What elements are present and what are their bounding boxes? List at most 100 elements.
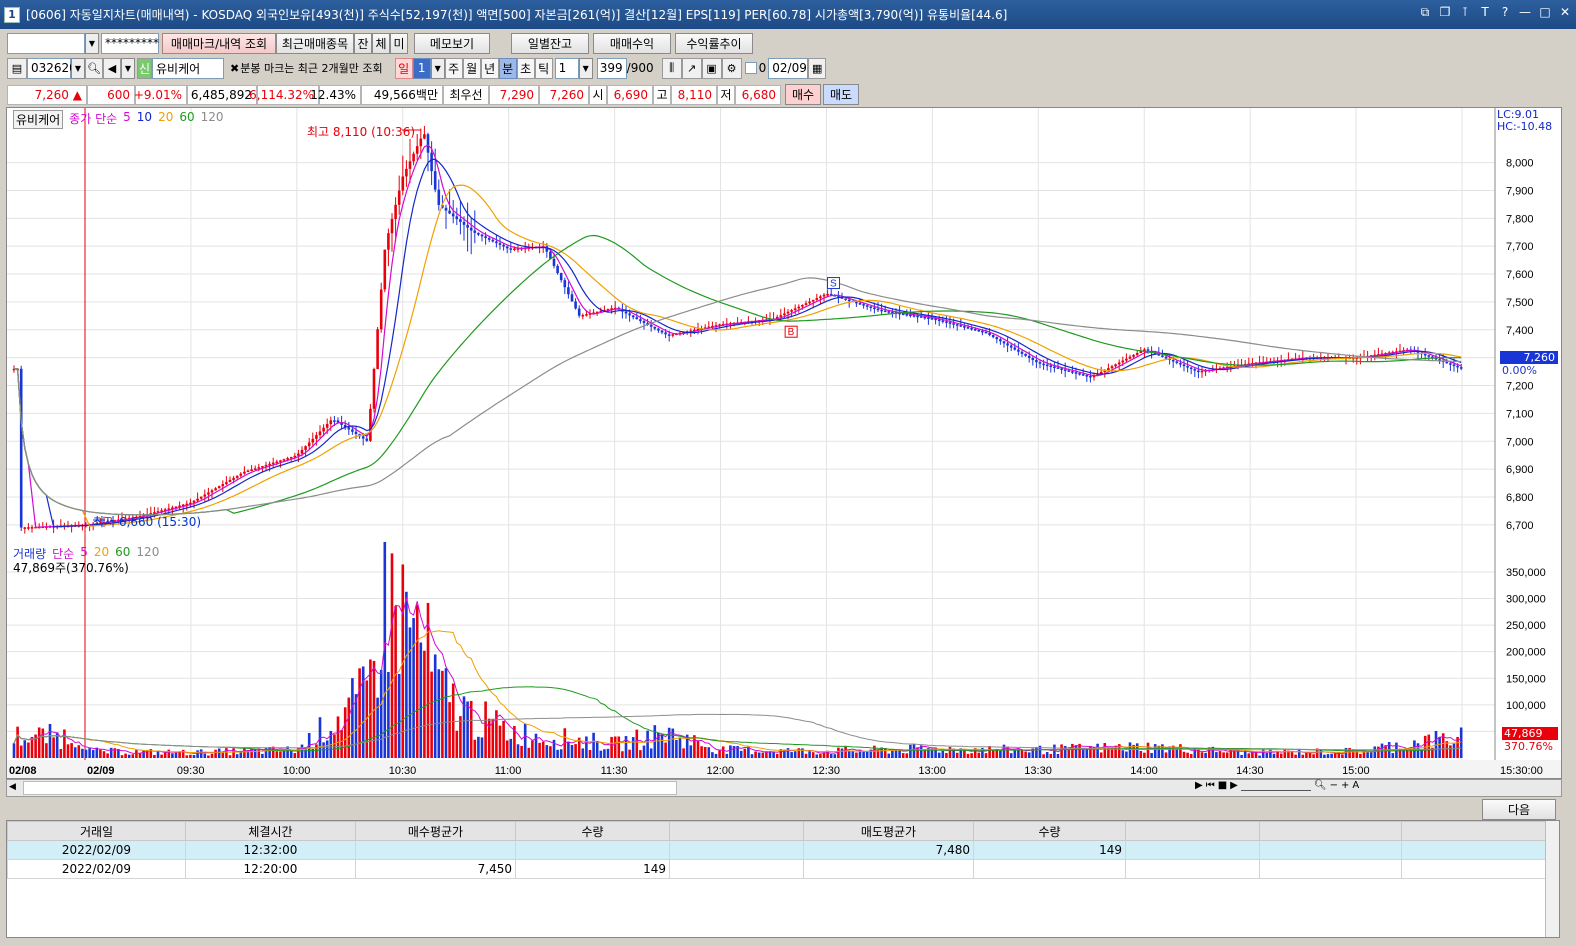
period-second-tab[interactable]: 초 [516, 57, 535, 79]
scroll-left-icon[interactable]: ◀ [9, 782, 16, 792]
stock-code-input[interactable]: 032620 [27, 57, 77, 79]
help-icon[interactable]: ? [1498, 5, 1512, 19]
table-vertical-scrollbar[interactable] [1545, 821, 1559, 937]
period-day-tab[interactable]: 일 [394, 57, 413, 79]
daily-balance-button[interactable]: 일별잔고 [511, 32, 589, 54]
period-minute-tab[interactable]: 분 [498, 57, 517, 79]
save-icon[interactable]: ▣ [701, 57, 722, 79]
price-candle [1445, 361, 1449, 364]
price-candle [556, 265, 559, 274]
cell-empty [669, 859, 804, 879]
volume-bar [433, 654, 437, 758]
col-buy-qty[interactable]: 수량 [515, 821, 670, 841]
price-candle [347, 427, 351, 430]
col-trade-date[interactable]: 거래일 [7, 821, 186, 841]
font-icon[interactable]: T [1478, 5, 1492, 19]
maximize-icon[interactable]: □ [1538, 5, 1552, 19]
volume-bar [1377, 746, 1380, 758]
col-empty-4 [1401, 821, 1547, 841]
calendar-icon[interactable]: ▦ [808, 57, 827, 79]
trade-mark-query-button[interactable]: 매매마크/내역 조회 [162, 32, 276, 54]
speaker-dropdown[interactable]: ▼ [121, 57, 135, 79]
pin-icon[interactable]: ⊺ [1458, 5, 1472, 19]
stock-code-dropdown[interactable]: ▼ [71, 57, 85, 79]
balance-tab[interactable]: 잔 [354, 32, 372, 54]
scroll-thumb[interactable] [23, 781, 677, 795]
period-week-tab[interactable]: 주 [444, 57, 463, 79]
col-buy-avg[interactable]: 매수평균가 [355, 821, 516, 841]
minimize-icon[interactable]: — [1518, 5, 1532, 19]
volume-bar [516, 744, 520, 758]
table-row[interactable]: 2022/02/09 12:20:00 7,450 149 [7, 859, 1547, 879]
volume-bar [1135, 743, 1139, 758]
chart-panel[interactable]: 6,7006,8006,9007,0007,1007,2007,3007,400… [6, 107, 1562, 779]
buy-button[interactable]: 매수 [785, 84, 821, 105]
price-chart[interactable]: 6,7006,8006,9007,0007,1007,2007,3007,400… [7, 108, 1561, 542]
return-trend-button[interactable]: 수익률추이 [675, 32, 753, 54]
sell-button[interactable]: 매도 [823, 84, 859, 105]
speaker-icon[interactable]: ◀ [103, 57, 121, 79]
minus-icon[interactable]: − [1330, 780, 1338, 791]
recent-trade-stocks-button[interactable]: 최근매매종목 [276, 32, 354, 54]
volume-bar [1218, 751, 1222, 758]
trade-profit-button[interactable]: 매매수익 [593, 32, 671, 54]
price-candle [462, 222, 466, 225]
plus-icon[interactable]: + [1341, 780, 1349, 791]
unexecuted-tab[interactable]: 미 [390, 32, 408, 54]
volume-bar [1013, 749, 1017, 758]
price-candle [1063, 369, 1067, 371]
price-candle [253, 468, 257, 470]
indicator-icon[interactable]: ↗ [681, 57, 702, 79]
interval-dropdown[interactable]: ▼ [578, 57, 593, 79]
link-icon[interactable]: ⧉ [1418, 5, 1432, 19]
password-input[interactable]: ********* [101, 32, 159, 54]
scroll-right-icon[interactable]: ▶ [1195, 780, 1203, 791]
count-input[interactable]: 399 [596, 57, 627, 79]
period-tick-tab[interactable]: 틱 [534, 57, 553, 79]
rewind-icon[interactable]: ⏮ [1206, 780, 1215, 791]
period-day-count[interactable]: 1 [412, 57, 431, 79]
account-dropdown[interactable]: ▼ [85, 32, 99, 54]
price-candle [19, 368, 23, 528]
volume-bar [1359, 753, 1362, 758]
volume-chart[interactable]: 50,000100,000150,000200,000250,000300,00… [7, 542, 1561, 778]
copy-icon[interactable]: ❐ [1438, 5, 1452, 19]
date-input[interactable]: 02/09 [768, 57, 809, 79]
checkbox[interactable] [744, 62, 757, 74]
close-icon[interactable]: ✕ [1558, 5, 1572, 19]
price-candle [1146, 349, 1150, 351]
play-icon[interactable]: ▶ [1230, 780, 1238, 791]
volume-bar [844, 746, 847, 758]
chart-scrollbar[interactable]: ◀ ▶ ⏮ ■ ▶ 🔍︎ − + A [6, 779, 1562, 797]
table-row[interactable]: 2022/02/09 12:32:00 7,480 149 [7, 840, 1547, 860]
next-button-label: 다음 [1507, 803, 1531, 817]
col-sell-qty[interactable]: 수량 [973, 821, 1126, 841]
cell-empty [1125, 859, 1260, 879]
stop-icon[interactable]: ■ [1218, 780, 1227, 791]
volume-bar [1035, 747, 1038, 758]
next-button[interactable]: 다음 [1482, 799, 1556, 820]
interval-input[interactable]: 1 [554, 57, 579, 79]
account-input[interactable] [7, 32, 85, 54]
code-search-icon[interactable]: ▤ [7, 57, 27, 79]
price-candle [480, 234, 484, 237]
memo-view-button[interactable]: 메모보기 [414, 32, 490, 54]
ask-price: 7,290 [489, 84, 539, 105]
col-exec-time[interactable]: 체결시간 [185, 821, 356, 841]
text-icon[interactable]: A [1352, 780, 1359, 791]
period-year-tab[interactable]: 년 [480, 57, 499, 79]
period-month-tab[interactable]: 월 [462, 57, 481, 79]
col-sell-avg[interactable]: 매도평균가 [803, 821, 974, 841]
gear-icon[interactable]: ⚙ [721, 57, 742, 79]
price-candle [459, 219, 462, 223]
search-icon[interactable]: 🔍︎ [85, 57, 103, 79]
volume-bar [1189, 754, 1193, 758]
executed-tab[interactable]: 체 [372, 32, 390, 54]
price-candle [649, 324, 653, 327]
zoom-slider[interactable] [1240, 780, 1311, 791]
price-candle [1078, 373, 1081, 375]
zoom-out-icon[interactable]: 🔍︎ [1314, 780, 1327, 791]
period-day-dropdown[interactable]: ▼ [430, 57, 445, 79]
volume-bar [1420, 749, 1423, 758]
candle-icon[interactable]: ⫼ [661, 57, 682, 79]
